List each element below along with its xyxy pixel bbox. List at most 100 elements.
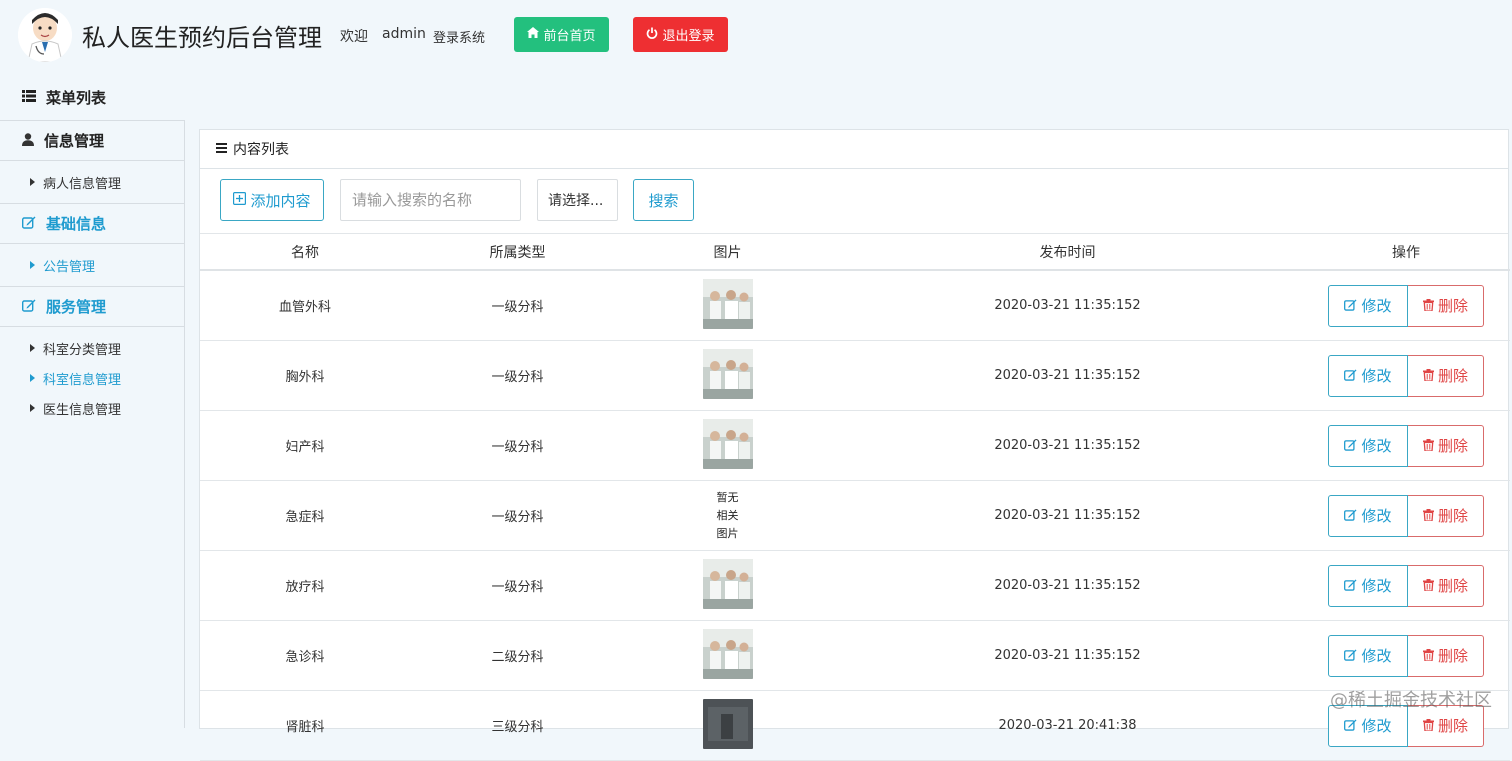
cell-type: 一级分科: [410, 410, 625, 481]
delete-label: 删除: [1437, 647, 1468, 665]
cell-image: [625, 690, 830, 761]
sidebar-item-dept-category[interactable]: 科室分类管理: [0, 333, 184, 363]
caret-right-icon: [30, 404, 35, 412]
search-button[interactable]: 搜索: [633, 179, 694, 221]
delete-button[interactable]: 删除: [1408, 354, 1484, 397]
cell-type: 三级分科: [410, 690, 625, 761]
edit-icon: [1344, 577, 1357, 595]
home-button-label: 前台首页: [543, 29, 596, 44]
edit-label: 修改: [1361, 507, 1392, 525]
caret-right-icon: [30, 178, 35, 186]
sidebar-item-label: 病人信息管理: [43, 176, 122, 192]
sidebar-item-dept-info[interactable]: 科室信息管理: [0, 363, 184, 393]
type-select-value: 请选择...: [548, 193, 604, 209]
sidebar-item-label: 科室信息管理: [43, 372, 122, 388]
delete-label: 删除: [1437, 717, 1468, 735]
cell-name: 急症科: [200, 480, 410, 551]
trash-icon: [1422, 437, 1434, 455]
sidebar-item-patient[interactable]: 病人信息管理: [0, 167, 184, 197]
column-header-name: 名称: [200, 234, 410, 271]
username: admin: [382, 26, 426, 42]
edit-button[interactable]: 修改: [1328, 284, 1408, 327]
edit-button[interactable]: 修改: [1328, 634, 1408, 677]
user-icon: [22, 132, 34, 150]
caret-right-icon: [30, 374, 35, 382]
cell-name: 血管外科: [200, 270, 410, 341]
cell-actions: 修改 删除: [1305, 270, 1510, 341]
list-icon: [22, 88, 36, 106]
cell-time: 2020-03-21 20:41:38: [830, 690, 1305, 761]
table-row: 放疗科 一级分科 2020-03-21 11:35:152 修改 删除: [200, 550, 1510, 621]
table-row: 急症科 一级分科 暂无相关图片 2020-03-21 11:35:152 修改 删除: [200, 480, 1510, 551]
cell-actions: 修改 删除: [1305, 480, 1510, 551]
sidebar-item-label: 公告管理: [43, 259, 96, 275]
trash-icon: [1422, 577, 1434, 595]
sidebar-item-label: 医生信息管理: [43, 402, 122, 418]
top-header: 私人医生预约后台管理 欢迎 admin 登录系统 前台首页 退出登录: [0, 0, 1512, 70]
panel-header: 内容列表: [200, 130, 1508, 169]
cell-type: 一级分科: [410, 340, 625, 411]
app-title: 私人医生预约后台管理: [82, 24, 322, 52]
trash-icon: [1422, 367, 1434, 385]
logout-button[interactable]: 退出登录: [633, 17, 728, 52]
power-icon: [646, 27, 658, 43]
column-header-type: 所属类型: [410, 234, 625, 271]
edit-button[interactable]: 修改: [1328, 564, 1408, 607]
cell-actions: 修改 删除: [1305, 340, 1510, 411]
edit-button[interactable]: 修改: [1328, 424, 1408, 467]
menu-list-header: 菜单列表: [0, 74, 184, 120]
cell-actions: 修改 删除: [1305, 620, 1510, 691]
column-header-image: 图片: [625, 234, 830, 271]
logout-button-label: 退出登录: [662, 29, 715, 44]
add-content-button[interactable]: 添加内容: [220, 179, 324, 221]
cell-time: 2020-03-21 11:35:152: [830, 550, 1305, 621]
toolbar: 添加内容 请选择... 搜索: [200, 169, 1508, 234]
sidebar-group-label: 服务管理: [46, 298, 107, 316]
edit-label: 修改: [1361, 647, 1392, 665]
cell-type: 一级分科: [410, 270, 625, 341]
trash-icon: [1422, 507, 1434, 525]
edit-icon: [1344, 367, 1357, 385]
home-button[interactable]: 前台首页: [514, 17, 609, 52]
cell-name: 急诊科: [200, 620, 410, 691]
table-row: 急诊科 二级分科 2020-03-21 11:35:152 修改 删除: [200, 620, 1510, 691]
department-thumbnail: [702, 418, 753, 473]
cell-time: 2020-03-21 11:35:152: [830, 620, 1305, 691]
edit-label: 修改: [1361, 297, 1392, 315]
cell-name: 肾脏科: [200, 690, 410, 761]
cell-image: [625, 550, 830, 621]
no-image-text: 暂无相关图片: [716, 490, 739, 540]
department-thumbnail: [702, 698, 753, 753]
sidebar-group-basic[interactable]: 基础信息: [0, 203, 184, 244]
table-row: 肾脏科 三级分科 2020-03-21 20:41:38 修改 删除: [200, 690, 1510, 761]
sidebar-group-label: 信息管理: [44, 132, 105, 150]
delete-label: 删除: [1437, 577, 1468, 595]
cell-type: 一级分科: [410, 480, 625, 551]
content-panel: 内容列表 添加内容 请选择... 搜索 名称 所属类型 图片 发布时间 操作: [199, 129, 1510, 761]
department-thumbnail: [702, 278, 753, 333]
sidebar-item-notice[interactable]: 公告管理: [0, 250, 184, 280]
sidebar-group-service[interactable]: 服务管理: [0, 286, 184, 327]
sidebar-item-doctor[interactable]: 医生信息管理: [0, 393, 184, 423]
logo-doctor-avatar: [18, 8, 72, 62]
content-table: 名称 所属类型 图片 发布时间 操作 血管外科 一级分科 2020-03-21 11…: [200, 234, 1510, 761]
cell-name: 胸外科: [200, 340, 410, 411]
edit-icon: [1344, 507, 1357, 525]
delete-button[interactable]: 删除: [1408, 424, 1484, 467]
search-input[interactable]: [340, 179, 521, 221]
cell-image: [625, 620, 830, 691]
department-thumbnail: [702, 558, 753, 613]
edit-button[interactable]: 修改: [1328, 494, 1408, 537]
delete-button[interactable]: 删除: [1408, 634, 1484, 677]
cell-image: [625, 410, 830, 481]
delete-button[interactable]: 删除: [1408, 564, 1484, 607]
trash-icon: [1422, 297, 1434, 315]
edit-button[interactable]: 修改: [1328, 354, 1408, 397]
type-select[interactable]: 请选择...: [537, 179, 618, 221]
table-row: 胸外科 一级分科 2020-03-21 11:35:152 修改 删除: [200, 340, 1510, 411]
cell-type: 二级分科: [410, 620, 625, 691]
sidebar-group-info[interactable]: 信息管理: [0, 120, 184, 161]
bars-icon: [216, 141, 227, 157]
delete-button[interactable]: 删除: [1408, 284, 1484, 327]
delete-button[interactable]: 删除: [1408, 494, 1484, 537]
